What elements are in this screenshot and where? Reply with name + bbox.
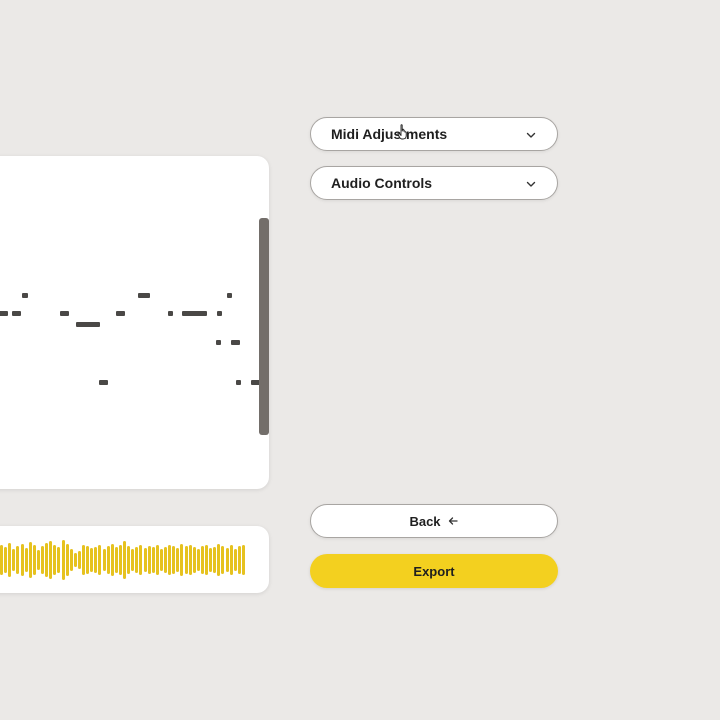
hand-pointer-icon xyxy=(397,124,409,140)
waveform-bar xyxy=(82,544,85,575)
midi-note[interactable] xyxy=(168,311,173,316)
waveform-bar xyxy=(229,544,233,575)
midi-note[interactable] xyxy=(12,311,21,316)
waveform-bar xyxy=(32,544,36,575)
midi-adjustments-label: Midi Adjustments xyxy=(331,126,448,142)
midi-note[interactable] xyxy=(116,311,125,316)
midi-note[interactable] xyxy=(22,293,28,298)
waveform-bar xyxy=(209,547,213,572)
waveform-bar xyxy=(143,547,147,572)
midi-note[interactable] xyxy=(138,293,150,298)
waveform-bar xyxy=(213,546,217,573)
piano-roll-scrollbar[interactable] xyxy=(259,218,269,435)
audio-controls-dropdown[interactable]: Audio Controls xyxy=(310,166,558,200)
waveform-bar xyxy=(90,547,94,572)
audio-controls-label: Audio Controls xyxy=(331,175,433,191)
waveform-bar xyxy=(49,540,53,579)
chevron-down-icon xyxy=(525,177,537,189)
waveform-bar xyxy=(16,545,20,574)
waveform-bar xyxy=(151,546,155,573)
waveform-bar xyxy=(225,547,229,572)
waveform-bar xyxy=(192,546,196,573)
waveform-bar xyxy=(139,544,143,575)
waveform-bar xyxy=(69,548,73,571)
arrow-left-icon xyxy=(447,515,459,527)
waveform-bar xyxy=(94,546,98,573)
waveform-bar xyxy=(159,548,163,571)
waveform-bar xyxy=(36,549,40,570)
back-button-label: Back xyxy=(409,513,441,529)
midi-note[interactable] xyxy=(60,311,69,316)
waveform-bar xyxy=(135,546,139,573)
waveform-bar xyxy=(4,546,8,573)
waveform-bar xyxy=(102,548,106,571)
waveform-bar xyxy=(180,543,184,576)
midi-note[interactable] xyxy=(231,340,240,345)
waveform-bar xyxy=(221,545,225,574)
waveform-bar xyxy=(217,543,221,576)
waveform-bar xyxy=(188,544,192,575)
chevron-down-icon xyxy=(525,128,537,140)
waveform-bar xyxy=(237,545,241,574)
waveform-bar xyxy=(8,542,12,577)
midi-note[interactable] xyxy=(227,293,232,298)
waveform-bar xyxy=(155,544,159,575)
waveform-bar xyxy=(123,540,126,579)
waveform-bar xyxy=(12,548,16,571)
waveform-bar xyxy=(57,546,61,573)
waveform-bar xyxy=(131,548,135,571)
waveform-bar xyxy=(98,544,102,575)
waveform-bar xyxy=(65,543,69,576)
midi-note[interactable] xyxy=(236,380,241,385)
export-button-label: Export xyxy=(413,563,455,579)
waveform-bar xyxy=(20,543,24,576)
waveform-bar xyxy=(106,545,110,574)
export-button[interactable]: Export xyxy=(310,554,558,588)
midi-note[interactable] xyxy=(0,311,8,316)
waveform-bar xyxy=(200,545,204,574)
waveform-bar xyxy=(41,545,44,574)
waveform-bar xyxy=(205,544,208,575)
midi-note[interactable] xyxy=(217,311,222,316)
midi-note[interactable] xyxy=(99,380,108,385)
waveform-bar xyxy=(45,542,49,577)
waveform-bar xyxy=(127,545,131,574)
waveform-bar xyxy=(61,539,65,580)
back-button[interactable]: Back xyxy=(310,504,558,538)
waveform-bar xyxy=(53,544,57,575)
midi-note[interactable] xyxy=(182,311,207,316)
waveform-bar xyxy=(147,545,151,574)
waveform-bar xyxy=(184,545,188,574)
waveform-bar xyxy=(73,552,77,567)
waveform-bar xyxy=(164,546,167,573)
midi-note[interactable] xyxy=(216,340,221,345)
waveform-bar xyxy=(172,545,176,574)
waveform-bar xyxy=(118,544,122,575)
waveform-bar xyxy=(24,547,28,572)
waveform-bar xyxy=(110,543,114,576)
waveform-bar xyxy=(28,541,32,578)
waveform-bar xyxy=(0,544,3,575)
audio-waveform[interactable] xyxy=(0,526,269,593)
waveform-bar xyxy=(196,548,200,571)
waveform-bar xyxy=(168,544,172,575)
midi-note[interactable] xyxy=(76,322,100,327)
waveform-bar xyxy=(233,548,237,571)
waveform-bar xyxy=(241,544,245,575)
midi-piano-roll[interactable] xyxy=(0,156,269,489)
waveform-bar xyxy=(176,547,180,572)
waveform-bar xyxy=(77,550,81,569)
waveform-bar xyxy=(86,545,90,574)
waveform-bar xyxy=(114,546,118,573)
midi-adjustments-dropdown[interactable]: Midi Adjustments xyxy=(310,117,558,151)
